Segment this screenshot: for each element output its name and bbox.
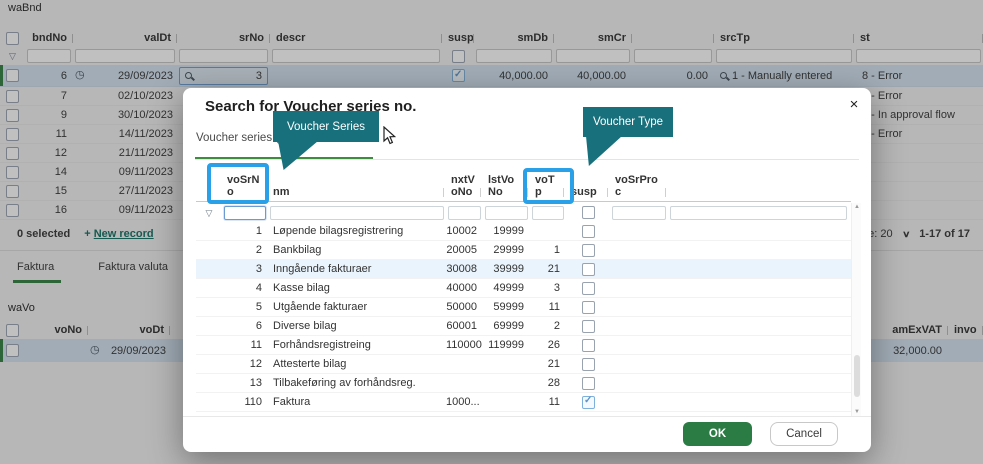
susp-checkbox[interactable] — [582, 396, 595, 409]
cell-nm: Kasse bilag — [268, 282, 446, 294]
dialog-footer-divider — [183, 416, 871, 417]
filter-input-voSrNo[interactable] — [224, 206, 266, 220]
cell-nxtVoNo: 40000 — [446, 282, 483, 294]
scrollbar-down-arrow-icon[interactable]: ▼ — [852, 409, 862, 415]
ok-button[interactable]: OK — [683, 422, 752, 446]
cell-voTp: 28 — [530, 377, 566, 389]
voucher-series-row[interactable]: 110Faktura1000... 11 — [196, 393, 851, 412]
cell-lstVoNo: 119999 — [483, 339, 530, 351]
cell-voSrNo: 12 — [222, 358, 268, 370]
column-header-voSrProc[interactable]: voSrProc — [610, 174, 668, 201]
callout-voucher-type: Voucher Type — [583, 107, 673, 137]
susp-checkbox[interactable] — [582, 358, 595, 371]
scrollbar-up-arrow-icon[interactable]: ▲ — [852, 204, 862, 210]
filter-input-nxtVoNo[interactable] — [448, 206, 481, 220]
cell-nm: Faktura — [268, 396, 446, 408]
cell-lstVoNo: 39999 — [483, 263, 530, 275]
column-header-voSrNo[interactable]: voSrNo — [222, 174, 268, 201]
cell-nxtVoNo: 50000 — [446, 301, 483, 313]
cell-nm: Bankbilag — [268, 244, 446, 256]
voucher-series-search-dialog: Search for Voucher series no. × Voucher … — [183, 88, 871, 452]
cell-voTp: 21 — [530, 263, 566, 275]
voucher-series-row[interactable]: 2Bankbilag20005299991 — [196, 241, 851, 260]
cell-voTp: 1 — [530, 244, 566, 256]
cell-lstVoNo: 49999 — [483, 282, 530, 294]
cell-voTp: 21 — [530, 358, 566, 370]
cell-nm: Diverse bilag — [268, 320, 446, 332]
cell-voSrNo: 13 — [222, 377, 268, 389]
filter-input-nm[interactable] — [270, 206, 444, 220]
scrollbar-thumb[interactable] — [854, 355, 860, 397]
susp-checkbox[interactable] — [582, 244, 595, 257]
cell-voTp: 3 — [530, 282, 566, 294]
filter-input-trailing[interactable] — [670, 206, 847, 220]
cell-voTp: 11 — [530, 396, 566, 408]
cell-voTp: 2 — [530, 320, 566, 332]
cell-nxtVoNo: 30008 — [446, 263, 483, 275]
susp-checkbox[interactable] — [582, 320, 595, 333]
cell-nxtVoNo: 60001 — [446, 320, 483, 332]
voucher-series-row[interactable]: 11Forhåndsregistreing11000011999926 — [196, 336, 851, 355]
cell-voSrNo: 110 — [222, 396, 268, 408]
susp-checkbox[interactable] — [582, 339, 595, 352]
cell-voSrNo: 2 — [222, 244, 268, 256]
voucher-series-row[interactable]: 3Inngående fakturaer300083999921 — [196, 260, 851, 279]
table-scrollbar[interactable]: ▲ ▼ — [851, 203, 861, 416]
filter-input-voSrProc[interactable] — [612, 206, 666, 220]
voucher-series-row[interactable]: 13Tilbakeføring av forhåndsreg. 28 — [196, 374, 851, 393]
column-header-voTp[interactable]: voTp — [530, 174, 566, 201]
column-header-nxtVoNo[interactable]: nxtVoNo — [446, 174, 483, 201]
cell-nxtVoNo: 20005 — [446, 244, 483, 256]
cell-lstVoNo: 59999 — [483, 301, 530, 313]
column-header-nm[interactable]: nm — [268, 186, 446, 201]
filter-icon: ▽ — [196, 206, 222, 220]
susp-checkbox[interactable] — [582, 282, 595, 295]
filter-input-voTp[interactable] — [532, 206, 564, 220]
susp-checkbox[interactable] — [582, 301, 595, 314]
cancel-button[interactable]: Cancel — [770, 422, 838, 446]
close-icon[interactable]: × — [845, 96, 863, 113]
voucher-series-row[interactable]: 12Attesterte bilag 21 — [196, 355, 851, 374]
cell-nm: Utgående fakturaer — [268, 301, 446, 313]
filter-susp-checkbox[interactable] — [582, 206, 595, 219]
voucher-series-row[interactable]: 6Diverse bilag60001699992 — [196, 317, 851, 336]
column-header-lstVoNo[interactable]: lstVoNo — [483, 174, 530, 201]
cell-voSrNo: 11 — [222, 339, 268, 351]
cell-nm: Løpende bilagsregistrering — [268, 225, 446, 237]
callout-voucher-type-tail — [586, 136, 622, 166]
cell-lstVoNo: 69999 — [483, 320, 530, 332]
cell-voSrNo: 4 — [222, 282, 268, 294]
cell-nxtVoNo: 110000 — [446, 339, 483, 351]
mouse-cursor-icon — [383, 126, 396, 150]
cell-voSrNo: 5 — [222, 301, 268, 313]
cell-nm: Attesterte bilag — [268, 358, 446, 370]
cell-nxtVoNo: 1000... — [446, 396, 483, 408]
filter-input-lstVoNo[interactable] — [485, 206, 528, 220]
cell-voTp: 26 — [530, 339, 566, 351]
voucher-series-filter-row: ▽ — [196, 203, 851, 222]
susp-checkbox[interactable] — [582, 377, 595, 390]
susp-checkbox[interactable] — [582, 263, 595, 276]
column-header-susp[interactable]: susp — [566, 186, 610, 201]
cell-nm: Inngående fakturaer — [268, 263, 446, 275]
cell-voSrNo: 3 — [222, 263, 268, 275]
voucher-series-table-body: 1Løpende bilagsregistrering10002199992Ba… — [196, 222, 851, 412]
susp-checkbox[interactable] — [582, 225, 595, 238]
voucher-series-row[interactable]: 1Løpende bilagsregistrering1000219999 — [196, 222, 851, 241]
cell-lstVoNo: 29999 — [483, 244, 530, 256]
voucher-series-row[interactable]: 4Kasse bilag40000499993 — [196, 279, 851, 298]
cell-nm: Forhåndsregistreing — [268, 339, 446, 351]
callout-voucher-series: Voucher Series — [273, 111, 379, 142]
cell-voTp: 11 — [530, 301, 566, 313]
cell-voSrNo: 1 — [222, 225, 268, 237]
voucher-series-row[interactable]: 5Utgående fakturaer500005999911 — [196, 298, 851, 317]
cell-voSrNo: 6 — [222, 320, 268, 332]
cell-lstVoNo: 19999 — [483, 225, 530, 237]
cell-nxtVoNo: 10002 — [446, 225, 483, 237]
cell-nm: Tilbakeføring av forhåndsreg. — [268, 377, 446, 389]
voucher-series-table-header: voSrNonmnxtVoNolstVoNovoTpsuspvoSrProc — [196, 164, 851, 202]
